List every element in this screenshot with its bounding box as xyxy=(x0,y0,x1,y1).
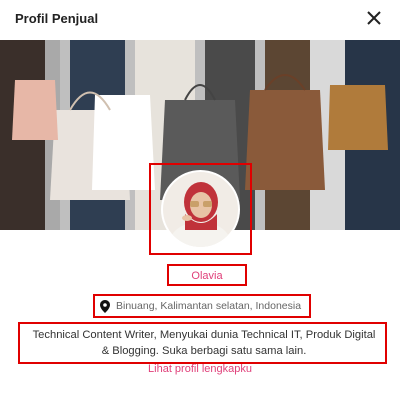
avatar[interactable] xyxy=(163,172,238,247)
seller-location: Binuang, Kalimantan selatan, Indonesia xyxy=(116,300,302,312)
seller-name[interactable]: Olavia xyxy=(191,270,222,282)
bio-highlight: Technical Content Writer, Menyukai dunia… xyxy=(18,322,387,364)
close-icon[interactable] xyxy=(364,8,384,28)
location-highlight: Binuang, Kalimantan selatan, Indonesia xyxy=(93,294,311,318)
modal-title: Profil Penjual xyxy=(15,11,99,26)
seller-bio: Technical Content Writer, Menyukai dunia… xyxy=(32,329,376,357)
view-full-profile-link[interactable]: Lihat profil lengkapku xyxy=(0,363,400,375)
map-pin-icon xyxy=(100,300,110,313)
avatar-highlight xyxy=(149,163,252,255)
name-highlight: Olavia xyxy=(167,264,247,286)
modal-header: Profil Penjual xyxy=(0,0,400,40)
